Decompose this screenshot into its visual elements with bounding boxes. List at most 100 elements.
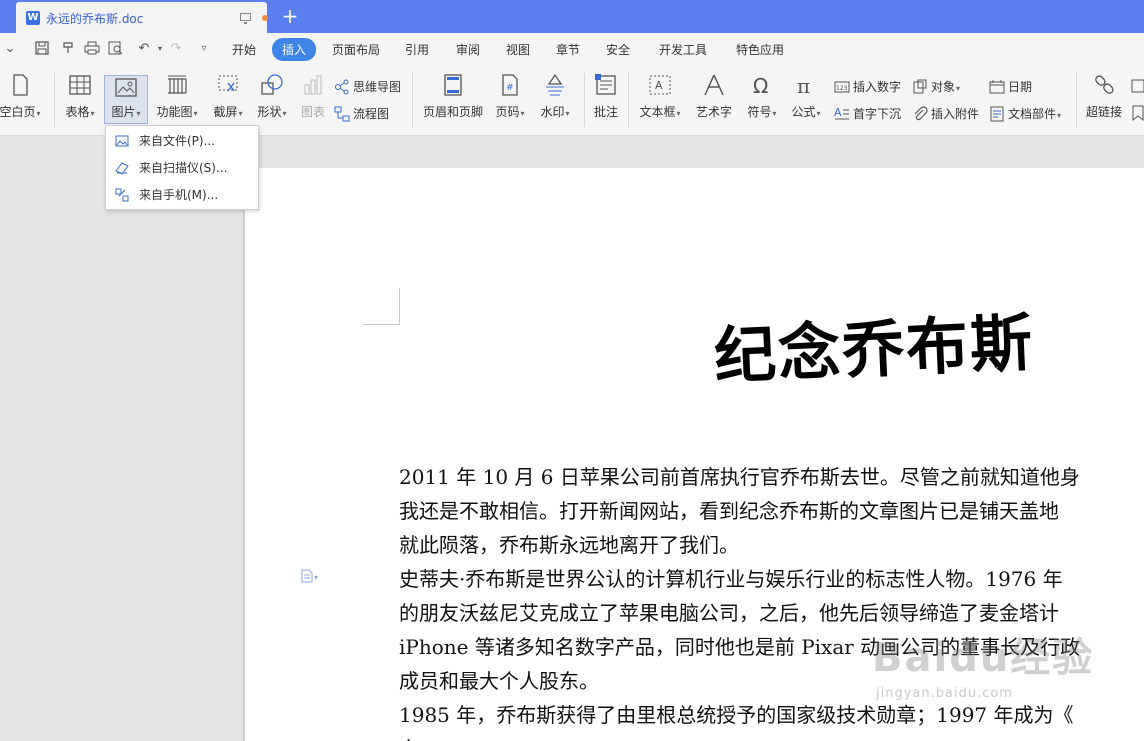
- chart-label: 图表: [300, 105, 325, 119]
- paragraph-line[interactable]: 成员和最大个人股东。: [399, 664, 599, 698]
- unsaved-dot-icon: [262, 15, 268, 21]
- undo-dropdown-icon[interactable]: ▾: [152, 41, 168, 57]
- tab-title: 永远的乔布斯.doc: [46, 12, 144, 26]
- calendar-icon: [989, 80, 1005, 94]
- shape-icon: [261, 74, 283, 95]
- paragraph-line[interactable]: 1985 年，乔布斯获得了由里根总统授予的国家级技术勋章；1997 年成为《: [399, 698, 1074, 732]
- paragraph-layout-icon[interactable]: ▾: [300, 569, 326, 583]
- from-scanner-label: 来自扫描仪(S)...: [139, 161, 228, 175]
- object-button[interactable]: 对象▾: [912, 78, 960, 95]
- menu-home[interactable]: 开始: [232, 41, 256, 58]
- function-chart-icon: [168, 75, 187, 94]
- page-number-button[interactable]: # 页码▾: [492, 73, 528, 120]
- from-phone-item[interactable]: 来自手机(M)...: [106, 182, 258, 208]
- wordart-button[interactable]: 艺术字: [694, 73, 734, 120]
- omega-icon: Ω: [753, 74, 768, 97]
- table-button[interactable]: 表格▾: [62, 73, 98, 120]
- overflow-button-top[interactable]: [1130, 78, 1144, 94]
- print-preview-icon[interactable]: [108, 41, 124, 57]
- svg-text:#: #: [506, 83, 514, 93]
- menu-special-apps[interactable]: 特色应用: [736, 41, 784, 58]
- watermark-button[interactable]: 水印▾: [536, 73, 574, 120]
- textbox-label: 文本框: [639, 105, 676, 119]
- formula-label: 公式: [791, 105, 816, 119]
- redo-icon[interactable]: ↷: [168, 41, 184, 57]
- svg-text:A: A: [655, 79, 663, 92]
- watermark-icon: [546, 73, 564, 96]
- overflow-button-bottom[interactable]: [1130, 105, 1144, 121]
- separator: [584, 73, 585, 127]
- attachment-label: 插入附件: [931, 107, 980, 121]
- symbol-label: 符号: [747, 105, 772, 119]
- insert-number-button[interactable]: 123 插入数字: [834, 78, 901, 95]
- drop-cap-icon: A: [834, 106, 849, 120]
- screenshot-label: 截屏: [213, 105, 238, 119]
- document-tab[interactable]: W 永远的乔布斯.doc: [16, 2, 268, 33]
- separator: [628, 73, 629, 127]
- doc-parts-button[interactable]: 文档部件▾: [989, 105, 1061, 122]
- separator: [412, 73, 413, 127]
- mindmap-label: 思维导图: [353, 80, 402, 94]
- customize-quickaccess-icon[interactable]: ▿: [196, 41, 212, 57]
- paragraph-line[interactable]: 我还是不敢相信。打开新闻网站，看到纪念乔布斯的文章图片已是铺天盖地: [399, 494, 1059, 528]
- shape-label: 形状: [257, 105, 282, 119]
- comment-icon: [595, 74, 616, 95]
- from-file-item[interactable]: 来自文件(P)...: [106, 128, 258, 154]
- symbol-button[interactable]: Ω 符号▾: [744, 73, 780, 120]
- menu-chapter[interactable]: 章节: [556, 41, 580, 58]
- shape-button[interactable]: 形状▾: [254, 73, 290, 120]
- margin-corner-marker: [399, 288, 400, 324]
- picture-button[interactable]: 图片▾: [104, 75, 148, 124]
- menu-review[interactable]: 审阅: [456, 41, 480, 58]
- flowchart-label: 流程图: [353, 107, 390, 121]
- paragraph-line[interactable]: 白: [399, 732, 419, 741]
- paperclip-icon: [914, 106, 928, 121]
- paragraph-line[interactable]: 史蒂夫·乔布斯是世界公认的计算机行业与娱乐行业的标志性人物。1976 年: [399, 562, 1063, 596]
- format-painter-icon[interactable]: [60, 41, 76, 57]
- page-number-icon: #: [502, 74, 518, 96]
- svg-text:π: π: [797, 74, 810, 97]
- attachment-button[interactable]: 插入附件: [912, 105, 979, 122]
- date-button[interactable]: 日期: [989, 78, 1032, 95]
- paragraph-line[interactable]: 2011 年 10 月 6 日苹果公司前首席执行官乔布斯去世。尽管之前就知道他身: [399, 460, 1080, 494]
- menu-references[interactable]: 引用: [405, 41, 429, 58]
- mindmap-button[interactable]: 思维导图: [334, 78, 401, 95]
- comment-button[interactable]: 批注: [590, 73, 622, 120]
- blank-page-button[interactable]: 空白页▾: [0, 73, 42, 120]
- menu-developer[interactable]: 开发工具: [659, 41, 707, 58]
- flowchart-button[interactable]: 流程图: [334, 105, 389, 122]
- title-bar: W 永远的乔布斯.doc +: [0, 0, 1144, 33]
- from-file-label: 来自文件(P)...: [139, 134, 216, 148]
- picture-label: 图片: [111, 105, 136, 119]
- baidu-jingyan-watermark: Baidu经验: [872, 635, 1095, 681]
- from-scanner-item[interactable]: 来自扫描仪(S)...: [106, 155, 258, 181]
- print-icon[interactable]: [84, 41, 100, 57]
- mindmap-icon: [335, 79, 349, 95]
- chart-icon: [304, 75, 322, 95]
- blank-page-icon: [13, 74, 28, 96]
- formula-button[interactable]: π 公式▾: [788, 73, 824, 120]
- from-phone-label: 来自手机(M)...: [139, 188, 219, 202]
- new-tab-button[interactable]: +: [280, 3, 300, 29]
- drop-cap-button[interactable]: A 首字下沉: [834, 105, 901, 122]
- paragraph-line[interactable]: 就此陨落，乔布斯永远地离开了我们。: [399, 528, 739, 562]
- screenshot-button[interactable]: 截屏▾: [210, 73, 246, 120]
- chart-button[interactable]: 图表: [298, 73, 328, 120]
- comment-label: 批注: [593, 105, 618, 119]
- document-title[interactable]: 纪念乔布斯: [712, 292, 1036, 396]
- menu-page-layout[interactable]: 页面布局: [332, 41, 380, 58]
- monitor-icon[interactable]: [240, 13, 251, 24]
- save-icon[interactable]: [34, 41, 50, 57]
- collapse-chevron-icon[interactable]: ⌄: [2, 41, 18, 57]
- textbox-icon: A: [649, 75, 671, 95]
- menu-security[interactable]: 安全: [606, 41, 630, 58]
- function-chart-button[interactable]: 功能图▾: [153, 73, 201, 120]
- menu-insert[interactable]: 插入: [272, 38, 317, 61]
- blank-page-label: 空白页: [0, 105, 36, 119]
- picture-dropdown-menu: 来自文件(P)... 来自扫描仪(S)... 来自手机(M)...: [105, 125, 259, 210]
- textbox-button[interactable]: A 文本框▾: [636, 73, 684, 120]
- undo-icon[interactable]: ↶: [136, 41, 152, 57]
- header-footer-button[interactable]: 页眉和页脚: [420, 73, 486, 120]
- hyperlink-button[interactable]: 超链接: [1084, 73, 1124, 120]
- menu-view[interactable]: 视图: [506, 41, 530, 58]
